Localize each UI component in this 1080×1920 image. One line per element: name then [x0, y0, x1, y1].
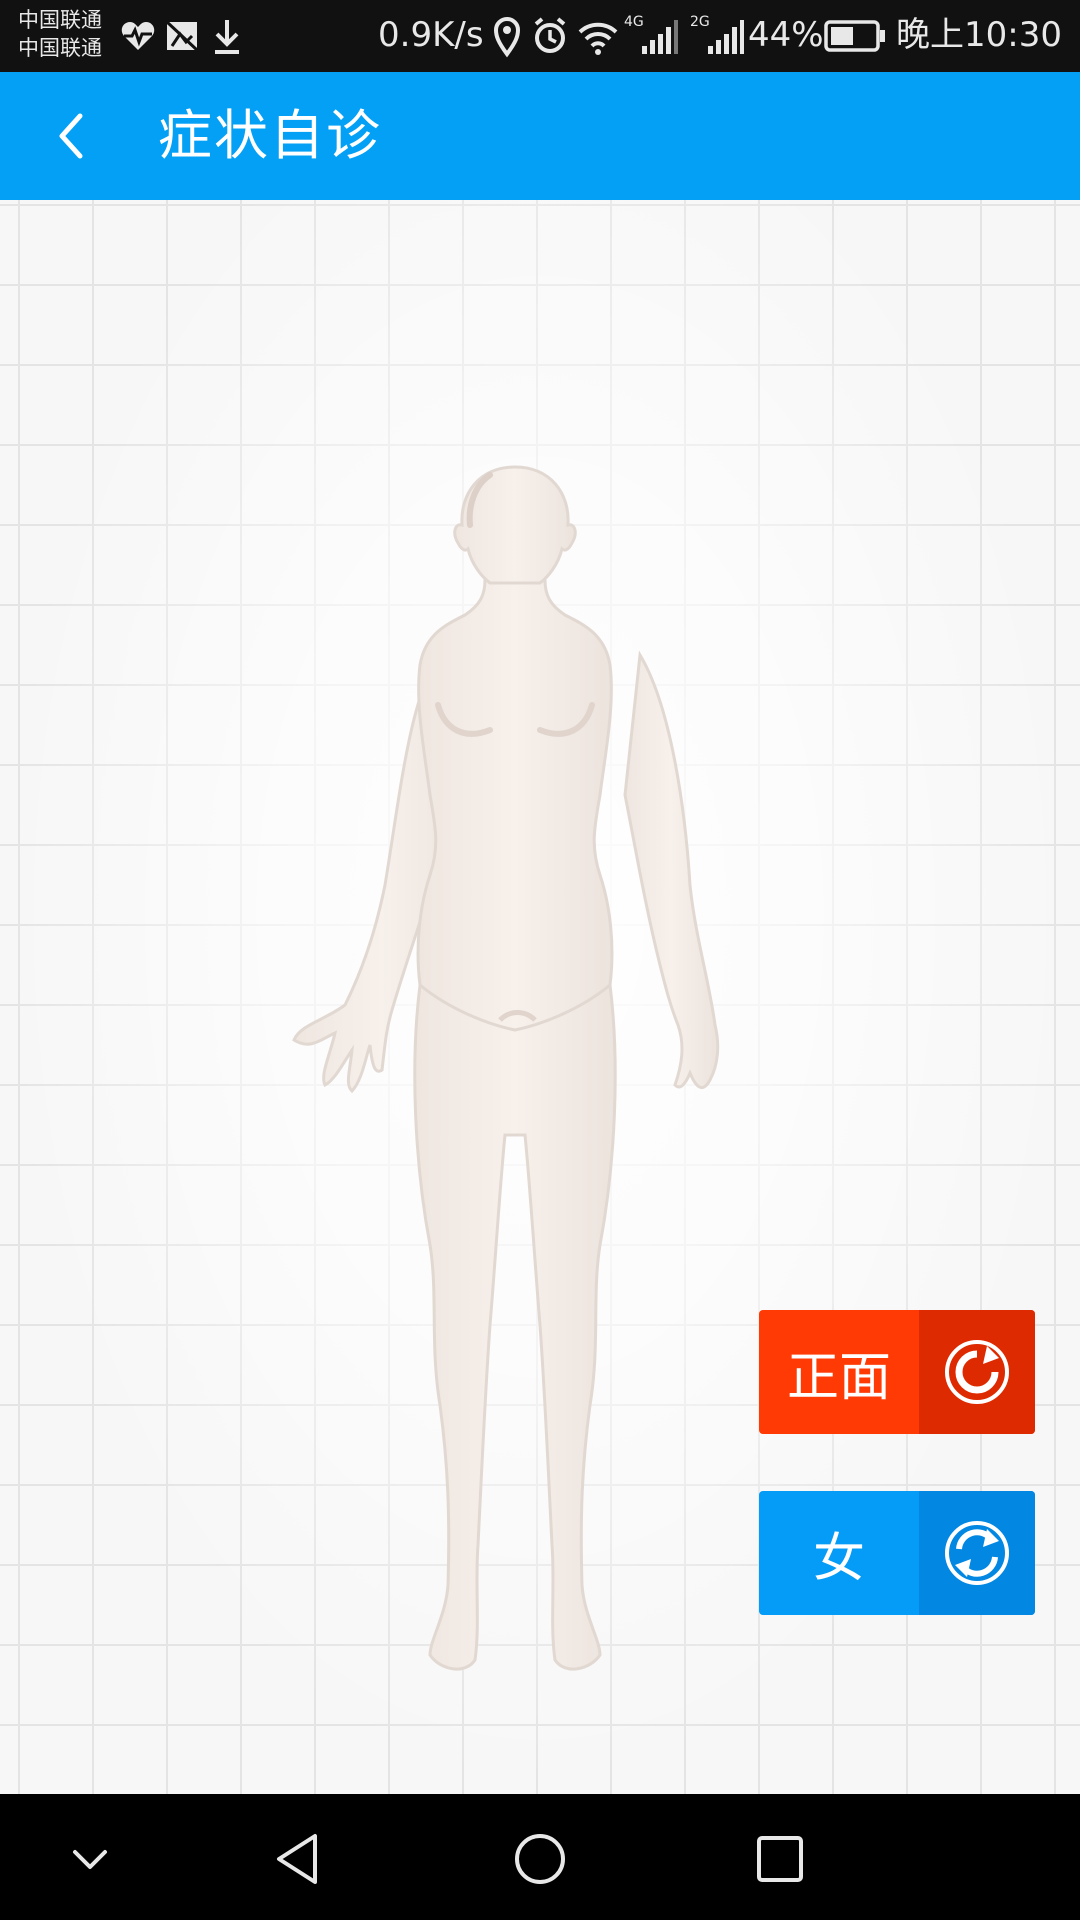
nav-home-icon[interactable] — [505, 1824, 575, 1894]
battery-percent: 44% — [748, 15, 824, 55]
page-title: 症状自诊 — [158, 104, 382, 167]
view-toggle-button[interactable]: 正面 — [759, 1310, 1035, 1434]
gender-label: 女 — [812, 1528, 865, 1589]
nav-back-icon[interactable] — [265, 1824, 335, 1894]
app-bar: 症状自诊 — [0, 72, 1080, 200]
signal-strength-2-icon — [708, 20, 744, 54]
network-speed: 0.9K/s — [378, 15, 484, 55]
view-rotate-area[interactable] — [919, 1310, 1035, 1434]
location-icon — [493, 17, 521, 58]
carrier-1: 中国联通 — [18, 8, 102, 32]
carrier-info: 中国联通 中国联通 — [18, 6, 102, 62]
back-arrow-icon[interactable] — [36, 96, 116, 176]
body-part-legs[interactable] — [413, 983, 617, 1671]
nav-recents-icon[interactable] — [745, 1824, 815, 1894]
health-heart-icon — [121, 22, 155, 50]
rotate-icon — [945, 1340, 1009, 1404]
alarm-icon — [534, 17, 566, 53]
switch-icon — [945, 1521, 1009, 1585]
body-part-torso[interactable] — [416, 578, 614, 1032]
body-part-right-arm[interactable] — [623, 650, 720, 1090]
carrier-2: 中国联通 — [18, 36, 102, 60]
download-icon — [215, 20, 239, 54]
battery-icon — [824, 20, 885, 52]
gender-switch-area[interactable] — [919, 1491, 1035, 1615]
wifi-icon — [578, 22, 618, 55]
human-body-figure[interactable] — [290, 465, 750, 1730]
image-notification-icon — [165, 20, 199, 52]
clock: 晚上10:30 — [896, 15, 1062, 55]
signal-strength-1-icon — [642, 20, 678, 54]
body-map-area: 正面 女 — [0, 200, 1080, 1794]
system-nav-bar — [0, 1794, 1080, 1920]
gender-toggle-button[interactable]: 女 — [759, 1491, 1035, 1615]
status-bar: 中国联通 中国联通 0.9K/s 4G 2G 44% 晚上10:30 — [0, 0, 1080, 72]
collapse-chevron-icon[interactable] — [55, 1824, 125, 1894]
view-label: 正面 — [786, 1347, 891, 1408]
